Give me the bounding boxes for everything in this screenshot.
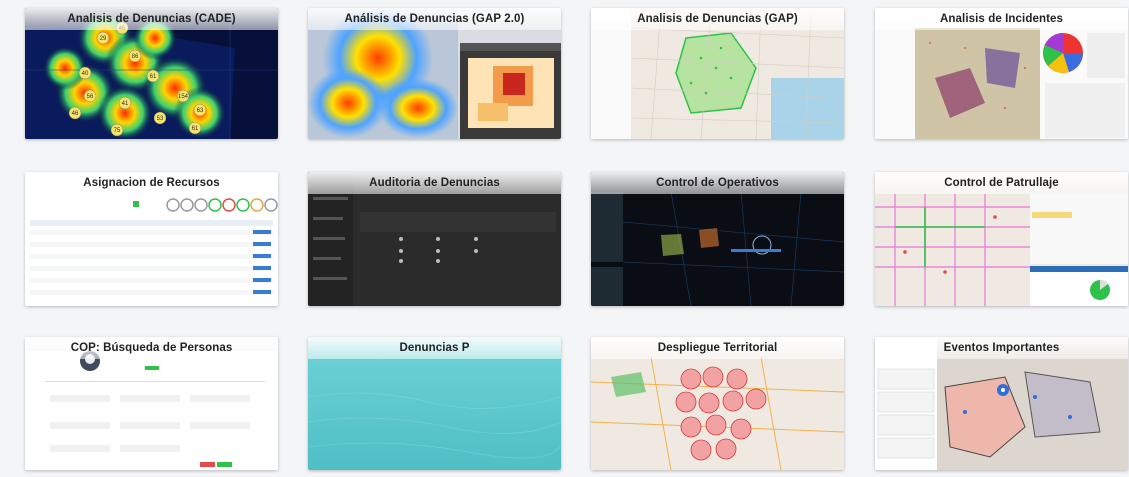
- svg-text:86: 86: [132, 54, 139, 60]
- heatmap-count-label: 154: [176, 89, 190, 103]
- heatmap-count-label: 41: [118, 96, 132, 110]
- card-title: Auditoria de Denuncias: [308, 172, 561, 194]
- svg-text:40: 40: [82, 71, 89, 77]
- card-title: Asignacion de Recursos: [25, 172, 278, 194]
- svg-text:41: 41: [122, 101, 129, 107]
- card-title: COP: Búsqueda de Personas: [25, 337, 278, 359]
- card-title: Analisis de Denuncias (CADE): [25, 8, 278, 30]
- heatmap-count-label: 46: [68, 106, 82, 120]
- card-control-patrullaje[interactable]: Control de Patrullaje: [875, 172, 1128, 306]
- card-title: Análisis de Denuncias (GAP 2.0): [308, 8, 561, 30]
- card-analisis-denuncias-cade[interactable]: 294586406115463564153756146 Analisis de …: [25, 8, 278, 139]
- heatmap-count-label: 56: [83, 89, 97, 103]
- card-title: Analisis de Denuncias (GAP): [591, 8, 844, 30]
- svg-text:29: 29: [100, 36, 107, 42]
- card-analisis-denuncias-gap[interactable]: Analisis de Denuncias (GAP): [591, 8, 844, 139]
- svg-text:46: 46: [72, 111, 79, 117]
- heatmap-count-label: 29: [96, 31, 110, 45]
- heatmap-count-label: 75: [110, 123, 124, 137]
- heatmap-count-label: 61: [188, 121, 202, 135]
- heatmap-count-label: 53: [153, 111, 167, 125]
- card-analisis-denuncias-gap2[interactable]: Análisis de Denuncias (GAP 2.0): [308, 8, 561, 139]
- card-title: Control de Patrullaje: [875, 172, 1128, 194]
- svg-text:53: 53: [157, 116, 164, 122]
- svg-text:56: 56: [87, 94, 94, 100]
- card-title: Control de Operativos: [591, 172, 844, 194]
- heatmap-count-label: 40: [78, 66, 92, 80]
- svg-text:75: 75: [114, 128, 121, 134]
- svg-text:61: 61: [192, 126, 199, 132]
- svg-text:61: 61: [150, 74, 157, 80]
- card-title: Eventos Importantes: [875, 337, 1128, 359]
- card-denuncias-p[interactable]: Denuncias P: [308, 337, 561, 470]
- card-control-operativos[interactable]: Control de Operativos: [591, 172, 844, 306]
- svg-text:154: 154: [178, 94, 189, 100]
- card-auditoria-denuncias[interactable]: Auditoria de Denuncias: [308, 172, 561, 306]
- card-despliegue-territorial[interactable]: Despliegue Territorial: [591, 337, 844, 470]
- heatmap-count-label: 61: [146, 69, 160, 83]
- card-cop-busqueda-personas[interactable]: COP: Búsqueda de Personas: [25, 337, 278, 470]
- heatmap-count-label: 86: [128, 49, 142, 63]
- card-title: Analisis de Incidentes: [875, 8, 1128, 30]
- card-title: Despliegue Territorial: [591, 337, 844, 359]
- dashboard-grid: 294586406115463564153756146 Analisis de …: [0, 0, 1129, 477]
- svg-text:63: 63: [197, 108, 204, 114]
- card-analisis-incidentes[interactable]: Analisis de Incidentes: [875, 8, 1128, 139]
- heatmap-count-label: 63: [193, 103, 207, 117]
- card-title: Denuncias P: [308, 337, 561, 359]
- card-asignacion-recursos[interactable]: Asignacion de Recursos: [25, 172, 278, 306]
- card-eventos-importantes[interactable]: Eventos Importantes: [875, 337, 1128, 470]
